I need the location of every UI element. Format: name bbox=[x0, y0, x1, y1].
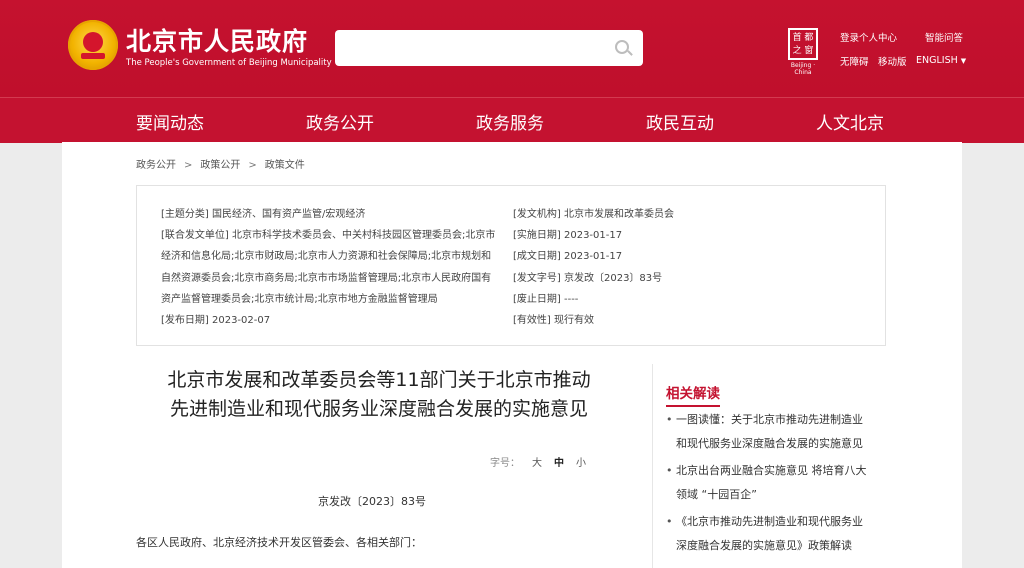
site-title[interactable]: 北京市人民政府 bbox=[126, 22, 308, 58]
main-content: 政务公开 > 政策公开 > 政策文件 [主题分类] 国民经济、国有资产监管/宏观经济 [… bbox=[62, 142, 962, 568]
nav-item-news[interactable]: 要闻动态 bbox=[136, 109, 204, 134]
document-addressee: 各区人民政府、北京经济技术开发区管委会、各相关部门： bbox=[136, 536, 422, 549]
document-title-line: 先进制造业和现代服务业深度融合发展的实施意见 bbox=[169, 398, 588, 420]
metadata-joint-issuers-cont: 自然资源委员会;北京市商务局;北京市市场监督管理局;北京市人民政府国有 bbox=[161, 272, 492, 284]
metadata-repeal-date: [废止日期] ---- bbox=[513, 293, 579, 305]
mobile-link[interactable]: 移动版 bbox=[878, 54, 907, 68]
related-item[interactable]: 《北京市推动先进制造业和现代服务业 深度融合发展的实施意见》政策解读 bbox=[666, 510, 906, 558]
metadata-left-column: [主题分类] 国民经济、国有资产监管/宏观经济 [联合发文单位] 北京市科学技术… bbox=[161, 204, 496, 331]
site-subtitle: The People's Government of Beijing Munic… bbox=[126, 58, 332, 68]
nav-item-interaction[interactable]: 政民互动 bbox=[646, 109, 714, 134]
nav-item-services[interactable]: 政务服务 bbox=[476, 109, 544, 134]
metadata-joint-issuers-cont: 经济和信息化局;北京市财政局;北京市人力资源和社会保障局;北京市规划和 bbox=[161, 251, 492, 263]
breadcrumb-item[interactable]: 政策公开 bbox=[200, 160, 240, 171]
font-size-large-button[interactable]: 大 bbox=[532, 458, 542, 469]
font-size-small-button[interactable]: 小 bbox=[576, 458, 586, 469]
metadata-effective-date: [实施日期] 2023-01-17 bbox=[513, 230, 623, 242]
language-label: ENGLISH bbox=[916, 55, 958, 66]
national-emblem-icon[interactable] bbox=[68, 20, 118, 70]
nav-item-open-government[interactable]: 政务公开 bbox=[306, 109, 374, 134]
sidebar-divider bbox=[652, 364, 653, 568]
capital-logo-mark: 首 都 之 窗 bbox=[788, 28, 818, 60]
document-title: 北京市发展和改革委员会等11部门关于北京市推动 先进制造业和现代服务业深度融合发… bbox=[134, 366, 624, 424]
metadata-topic: [主题分类] 国民经济、国有资产监管/宏观经济 bbox=[161, 209, 366, 220]
search-icon[interactable] bbox=[615, 40, 629, 54]
document-metadata-box: [主题分类] 国民经济、国有资产监管/宏观经济 [联合发文单位] 北京市科学技术… bbox=[136, 185, 886, 346]
breadcrumb-separator: > bbox=[184, 160, 193, 171]
metadata-joint-issuers: [联合发文单位] 北京市科学技术委员会、中关村科技园区管理委员会;北京市 bbox=[161, 230, 496, 242]
search-input[interactable] bbox=[335, 30, 643, 66]
capital-window-logo[interactable]: 首 都 之 窗 Beijing · China bbox=[784, 28, 822, 76]
accessibility-link[interactable]: 无障碍 bbox=[840, 54, 869, 68]
related-item-line: 一图读懂：关于北京市推动先进制造业 bbox=[676, 413, 863, 426]
related-item[interactable]: 北京出台两业融合实施意见 将培育八大 领域 “十园百企” bbox=[666, 459, 906, 507]
metadata-issuing-agency: [发文机构] 北京市发展和改革委员会 bbox=[513, 209, 674, 220]
login-link[interactable]: 登录个人中心 bbox=[840, 30, 897, 44]
language-selector[interactable]: ENGLISH ▼ bbox=[916, 55, 966, 66]
related-readings-heading: 相关解读 bbox=[666, 382, 720, 407]
related-item-line: 领域 “十园百企” bbox=[676, 488, 757, 501]
related-readings-list: 一图读懂：关于北京市推动先进制造业 和现代服务业深度融合发展的实施意见 北京出台… bbox=[666, 408, 906, 561]
breadcrumb-item[interactable]: 政务公开 bbox=[136, 160, 176, 171]
metadata-right-column: [发文机构] 北京市发展和改革委员会 [实施日期] 2023-01-17 [成文… bbox=[513, 204, 843, 331]
help-link[interactable]: 智能问答 bbox=[925, 30, 963, 44]
caret-down-icon: ▼ bbox=[960, 57, 967, 65]
breadcrumb-separator: > bbox=[248, 160, 257, 171]
font-size-label: 字号： bbox=[490, 458, 520, 469]
related-item-line: 《北京市推动先进制造业和现代服务业 bbox=[676, 515, 863, 528]
metadata-validity: [有效性] 现行有效 bbox=[513, 315, 594, 327]
breadcrumb: 政务公开 > 政策公开 > 政策文件 bbox=[136, 156, 305, 171]
related-item-line: 深度融合发展的实施意见》政策解读 bbox=[676, 539, 852, 552]
font-size-control: 字号： 大 中 小 bbox=[490, 454, 586, 469]
font-size-medium-button[interactable]: 中 bbox=[554, 458, 564, 469]
breadcrumb-item[interactable]: 政策文件 bbox=[265, 160, 305, 171]
document-number: 京发改〔2023〕83号 bbox=[318, 495, 426, 508]
capital-logo-caption: Beijing · China bbox=[790, 62, 816, 76]
related-item[interactable]: 一图读懂：关于北京市推动先进制造业 和现代服务业深度融合发展的实施意见 bbox=[666, 408, 906, 456]
site-header: 北京市人民政府 The People's Government of Beiji… bbox=[0, 0, 1024, 97]
related-item-line: 和现代服务业深度融合发展的实施意见 bbox=[676, 437, 863, 450]
nav-item-culture[interactable]: 人文北京 bbox=[816, 109, 884, 134]
metadata-publish-date: [发布日期] 2023-02-07 bbox=[161, 315, 271, 327]
main-nav: 要闻动态 政务公开 政务服务 政民互动 人文北京 bbox=[0, 97, 1024, 143]
metadata-document-number: [发文字号] 京发改〔2023〕83号 bbox=[513, 272, 663, 284]
document-title-line: 北京市发展和改革委员会等11部门关于北京市推动 bbox=[167, 369, 591, 391]
metadata-joint-issuers-cont: 资产监督管理委员会;北京市统计局;北京市地方金融监督管理局 bbox=[161, 293, 438, 305]
related-item-line: 北京出台两业融合实施意见 将培育八大 bbox=[676, 464, 867, 477]
metadata-written-date: [成文日期] 2023-01-17 bbox=[513, 251, 623, 263]
